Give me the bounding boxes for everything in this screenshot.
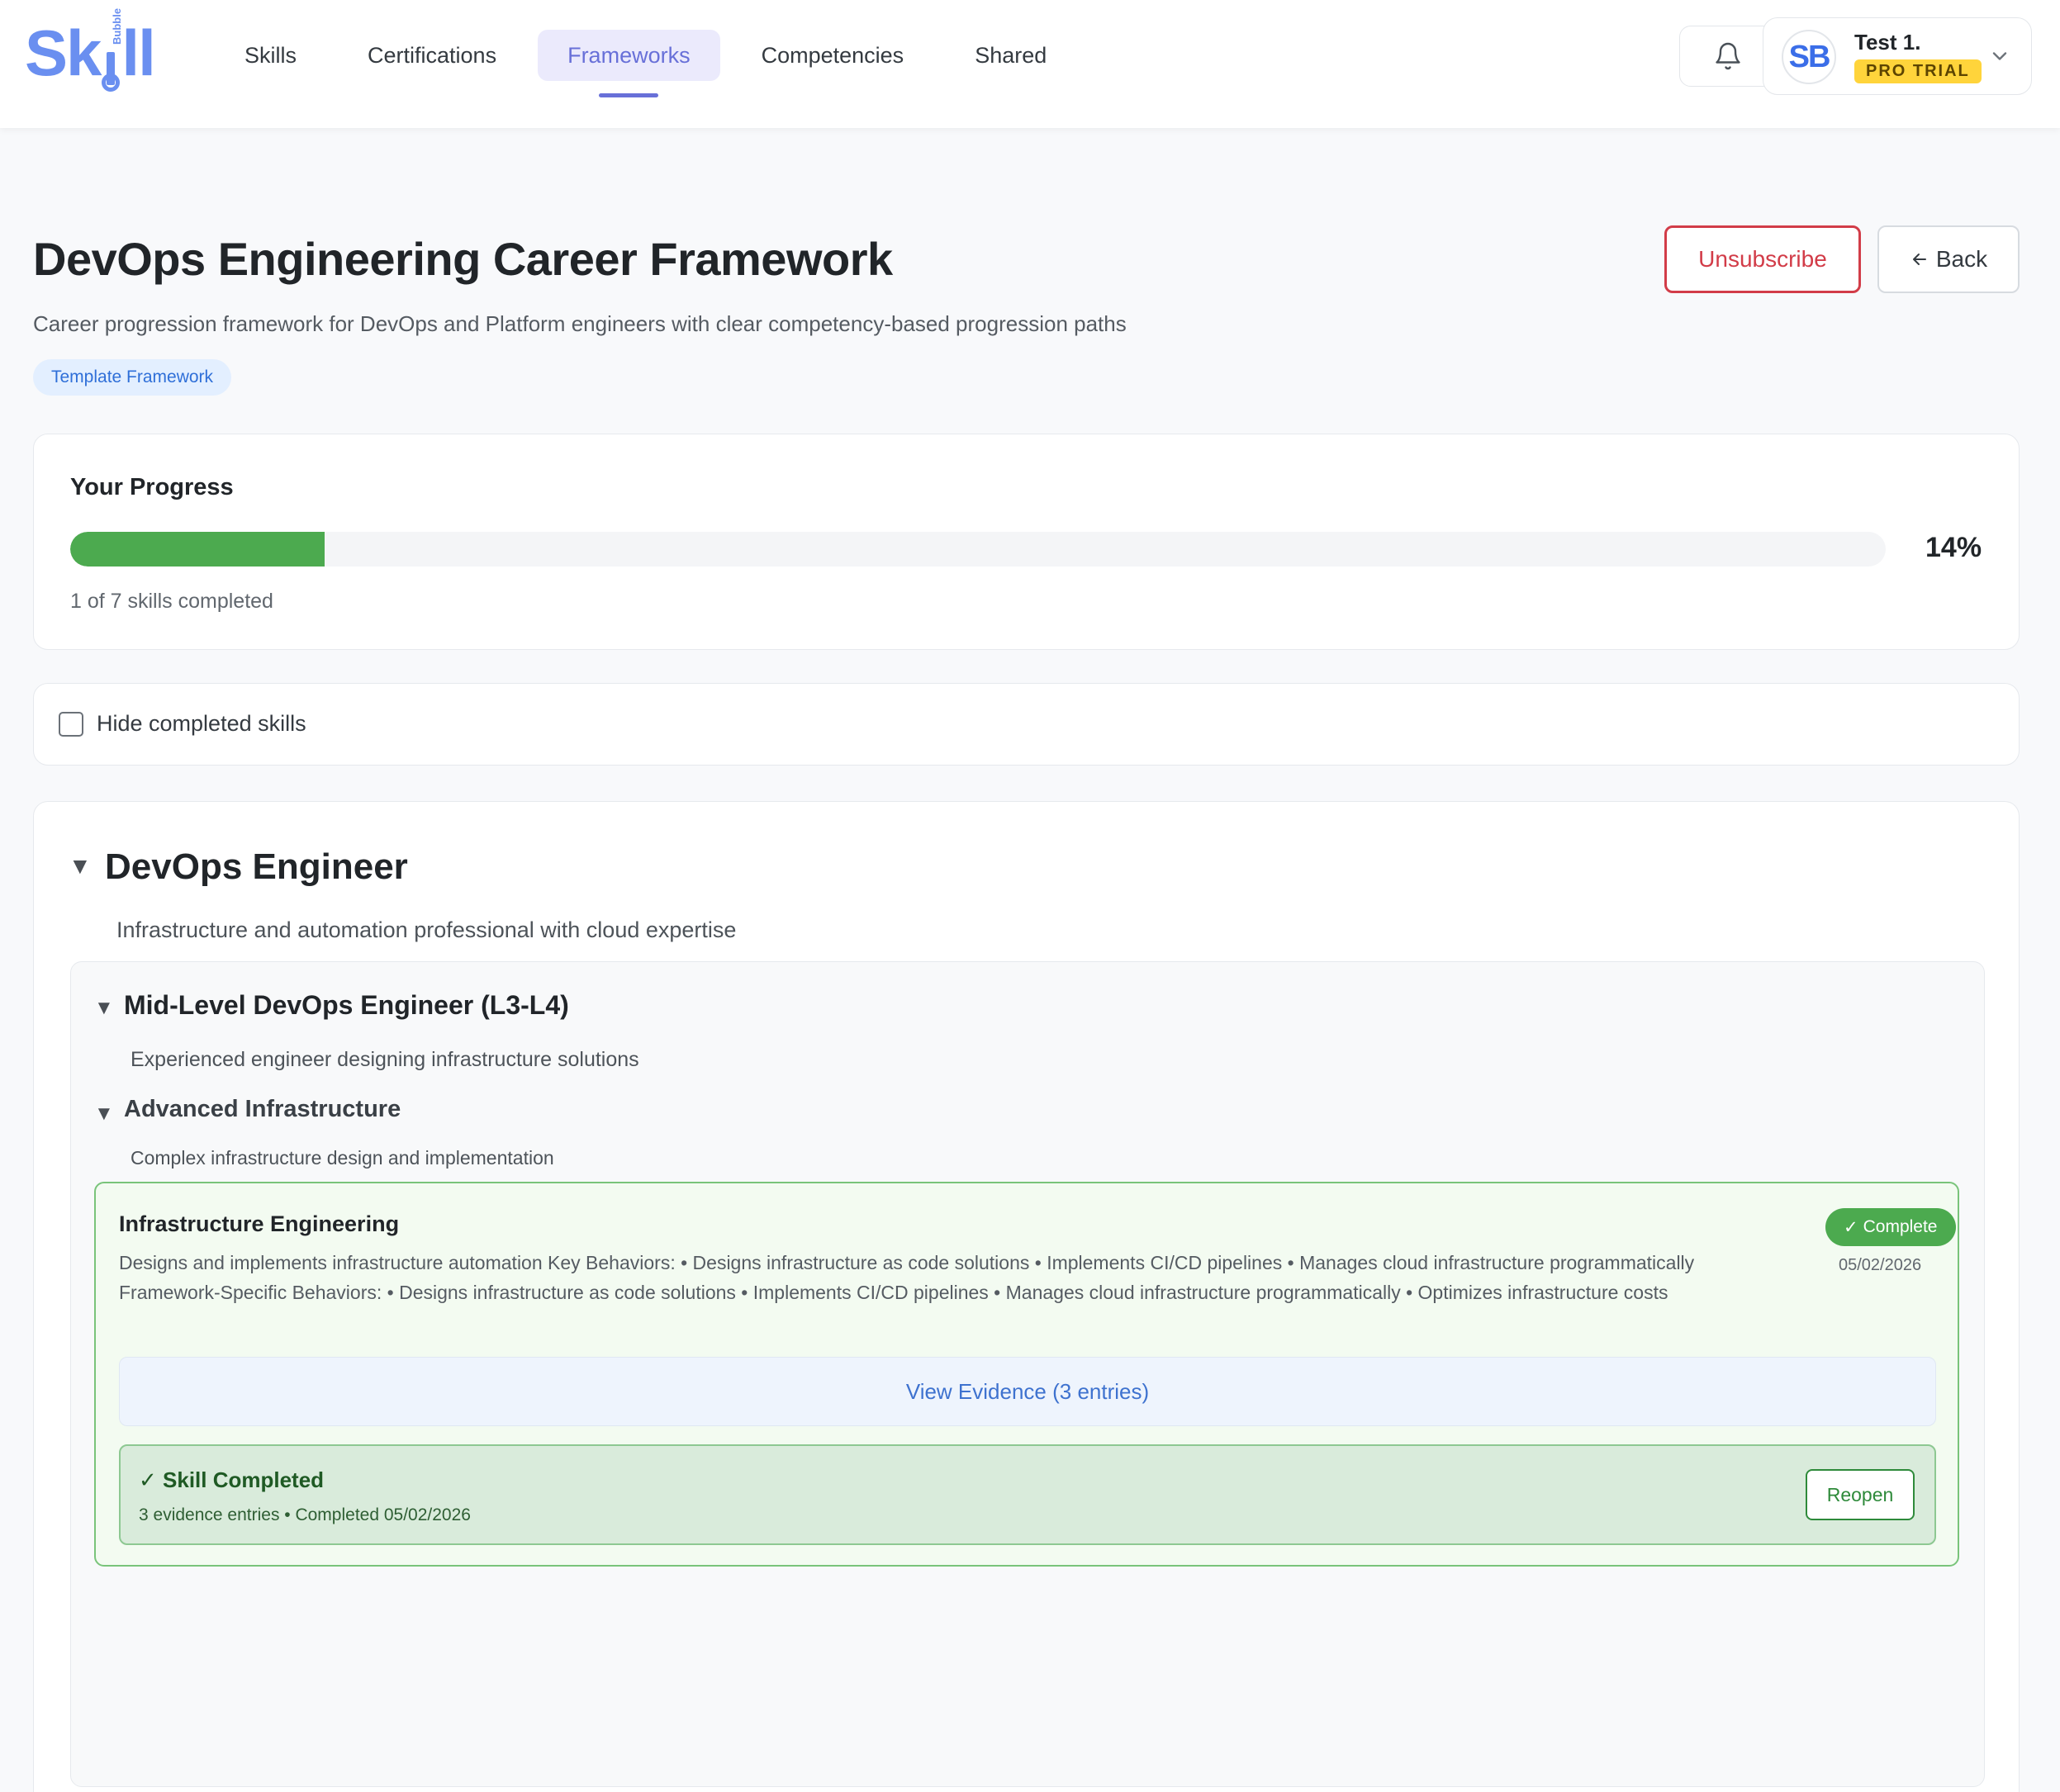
skill-date: 05/02/2026 xyxy=(1839,1256,1922,1274)
framework-tree: ▼ DevOps Engineer Infrastructure and aut… xyxy=(33,801,2020,1792)
progress-card: Your Progress 14% 1 of 7 skills complete… xyxy=(33,434,2020,650)
level-title[interactable]: Mid-Level DevOps Engineer (L3-L4) xyxy=(124,990,569,1021)
nav-certifications[interactable]: Certifications xyxy=(338,30,526,81)
progress-percent: 14% xyxy=(1925,532,1982,563)
role-title[interactable]: DevOps Engineer xyxy=(105,846,408,888)
filter-card: Hide completed skills xyxy=(33,683,2020,766)
hide-completed-checkbox[interactable] xyxy=(59,712,83,737)
skill-completed-panel: ✓ Skill Completed 3 evidence entries • C… xyxy=(119,1444,1936,1545)
user-name: Test 1. xyxy=(1854,30,1921,55)
plan-badge: PRO TRIAL xyxy=(1854,59,1982,83)
nav-competencies[interactable]: Competencies xyxy=(732,30,934,81)
role-description: Infrastructure and automation profession… xyxy=(116,917,737,942)
logo-subtext: Bubble xyxy=(111,7,123,45)
chevron-down-icon xyxy=(1992,52,2007,60)
nav-shared[interactable]: Shared xyxy=(945,30,1076,81)
check-icon: ✓ xyxy=(1844,1217,1858,1237)
status-badge: ✓ Complete xyxy=(1825,1208,1956,1246)
skill-title: Infrastructure Engineering xyxy=(119,1211,400,1236)
user-menu[interactable]: SB Test 1. PRO TRIAL xyxy=(1763,17,2032,95)
competency-collapse-toggle[interactable]: ▼ xyxy=(94,1102,114,1126)
logo-text-suffix: ll xyxy=(121,17,155,89)
bell-icon xyxy=(1716,42,1740,70)
role-collapse-toggle[interactable]: ▼ xyxy=(69,853,92,879)
back-button[interactable]: Back xyxy=(1877,225,2020,293)
competency-title[interactable]: Advanced Infrastructure xyxy=(124,1096,401,1123)
progress-bar-fill xyxy=(70,532,325,567)
template-badge: Template Framework xyxy=(33,359,232,396)
level-collapse-toggle[interactable]: ▼ xyxy=(94,997,114,1020)
app-logo[interactable]: Sk ll Bubble xyxy=(25,8,156,92)
back-button-label: Back xyxy=(1935,246,1988,272)
progress-title: Your Progress xyxy=(70,474,234,500)
skill-completed-title-text: Skill Completed xyxy=(163,1467,325,1492)
skill-card: Infrastructure Engineering Designs and i… xyxy=(94,1182,1959,1567)
level-description: Experienced engineer designing infrastru… xyxy=(131,1048,639,1071)
reopen-button[interactable]: Reopen xyxy=(1806,1469,1915,1520)
skill-completed-title: ✓ Skill Completed xyxy=(139,1467,324,1493)
skill-completed-summary: 3 evidence entries • Completed 05/02/202… xyxy=(139,1505,471,1524)
progress-bar xyxy=(70,532,1886,567)
main-nav: Skills Certifications Frameworks Compete… xyxy=(215,30,1088,81)
page-title: DevOps Engineering Career Framework xyxy=(33,233,893,285)
logo-text-prefix: Sk xyxy=(25,17,102,89)
status-badge-label: Complete xyxy=(1863,1217,1938,1236)
arrow-left-icon xyxy=(1912,254,1926,265)
top-navbar: Sk ll Bubble Skills Certifications Framew… xyxy=(0,0,2060,128)
view-evidence-button[interactable]: View Evidence (3 entries) xyxy=(119,1357,1936,1426)
competency-description: Complex infrastructure design and implem… xyxy=(131,1147,554,1169)
nav-skills[interactable]: Skills xyxy=(215,30,326,81)
nav-frameworks[interactable]: Frameworks xyxy=(538,30,720,81)
progress-summary: 1 of 7 skills completed xyxy=(70,590,273,613)
skill-description: Designs and implements infrastructure au… xyxy=(119,1252,1695,1303)
level-section: ▼ Mid-Level DevOps Engineer (L3-L4) Expe… xyxy=(70,961,1985,1787)
check-icon: ✓ xyxy=(139,1467,164,1492)
avatar: SB xyxy=(1782,30,1836,84)
hide-completed-label[interactable]: Hide completed skills xyxy=(97,711,306,737)
unsubscribe-button[interactable]: Unsubscribe xyxy=(1664,225,1861,293)
page-description: Career progression framework for DevOps … xyxy=(33,311,1127,336)
